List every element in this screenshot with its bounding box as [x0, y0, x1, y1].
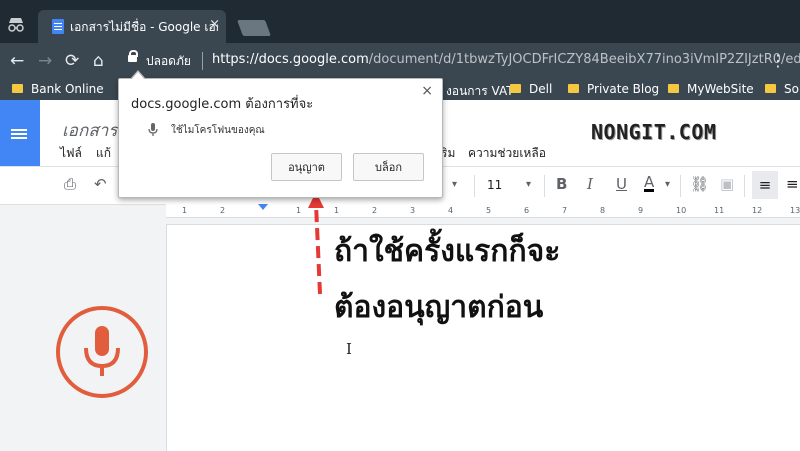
block-button[interactable]: บล็อก [353, 153, 424, 181]
new-tab-button[interactable] [237, 20, 271, 36]
browser-toolbar: ← → ⟳ ⌂ ปลอดภัย https://docs.google.com/… [0, 43, 800, 79]
bookmark-item[interactable]: MyWebSite [668, 82, 754, 96]
popup-close-icon[interactable]: × [421, 83, 433, 99]
permission-text: ใช้ไมโครโฟนของคุณ [171, 125, 265, 136]
ruler-tick: 2 [220, 206, 226, 215]
bookmark-label: Dell [529, 82, 553, 96]
secure-label: ปลอดภัย [146, 54, 191, 68]
annotation-arrow-icon [308, 192, 324, 295]
bookmark-label: So [784, 82, 799, 96]
italic-icon[interactable]: I [587, 175, 593, 193]
align-left-icon[interactable]: ≡ [752, 171, 778, 199]
ruler-tick: 7 [562, 206, 568, 215]
ruler-tick: 1 [182, 206, 188, 215]
menu-addons[interactable]: ริม [441, 144, 455, 163]
home-icon[interactable]: ⌂ [93, 51, 104, 71]
document-text-line: ถ้าใช้ครั้งแรกก็จะ [334, 234, 561, 269]
reload-icon[interactable]: ⟳ [65, 51, 79, 71]
toolbar-separator [544, 175, 545, 197]
bookmark-item[interactable]: So [765, 82, 799, 96]
toolbar-separator [680, 175, 681, 197]
incognito-icon [8, 18, 24, 32]
toolbar-separator [474, 175, 475, 197]
url-text: https://docs.google.com/document/d/1tbwz… [212, 52, 800, 67]
mic-permission-popup: docs.google.com ต้องการที่จะ × ใช้ไมโครโ… [118, 70, 443, 198]
bookmark-label: MyWebSite [687, 82, 754, 96]
ruler-tick: 12 [752, 206, 763, 215]
ruler-tick: 9 [638, 206, 644, 215]
folder-icon [765, 84, 776, 93]
ruler-tick: 10 [676, 206, 687, 215]
ruler-tick: 6 [524, 206, 530, 215]
url-host: https://docs.google.com [212, 52, 369, 67]
link-icon[interactable]: ⛓ [690, 175, 709, 193]
bookmark-item[interactable]: งอนการ VAT [446, 82, 514, 101]
menu-file[interactable]: ไฟล์ [60, 144, 82, 163]
bold-icon[interactable]: B [556, 175, 567, 193]
tab-docs[interactable]: เอกสารไม่มีชื่อ - Google เอก × [38, 10, 226, 43]
folder-icon [510, 84, 521, 93]
docs-home-icon[interactable] [0, 100, 40, 166]
docs-favicon-icon [52, 19, 64, 34]
folder-icon [568, 84, 579, 93]
watermark: NONGIT.COM [591, 120, 717, 144]
indent-marker-icon[interactable] [258, 204, 268, 210]
ruler-tick: 5 [486, 206, 492, 215]
allow-button[interactable]: อนุญาต [271, 153, 342, 181]
bookmark-item[interactable]: Bank Online [12, 82, 104, 96]
font-dropdown-icon[interactable]: ▾ [452, 179, 457, 190]
font-size-value[interactable]: 11 [487, 178, 502, 192]
lock-icon [128, 50, 138, 62]
text-color-icon[interactable]: A [644, 175, 655, 192]
ruler-tick: 4 [448, 206, 454, 215]
ruler-tick: 11 [714, 206, 725, 215]
print-icon[interactable]: ⎙ [64, 175, 76, 193]
menu-help[interactable]: ความช่วยเหลือ [468, 144, 546, 163]
document-text-line: ต้องอนุญาตก่อน [334, 290, 544, 325]
microphone-badge-icon [56, 306, 148, 398]
folder-icon [12, 84, 23, 93]
toolbar-separator [744, 175, 745, 197]
undo-icon[interactable]: ↶ [94, 175, 107, 193]
bookmark-item[interactable]: Private Blog [568, 82, 659, 96]
align-center-icon[interactable]: ≡ [786, 175, 799, 193]
bookmark-label: Bank Online [31, 82, 104, 96]
comment-icon[interactable]: ▣ [720, 175, 734, 193]
forward-arrow-icon[interactable]: → [38, 51, 52, 71]
omnibox-separator [202, 52, 203, 70]
folder-icon [668, 84, 679, 93]
ruler-tick: 3 [410, 206, 416, 215]
ruler-tick: 2 [372, 206, 378, 215]
text-cursor-icon: I [346, 340, 352, 358]
document-title[interactable]: เอกสาร [62, 117, 117, 144]
bookmark-label: Private Blog [587, 82, 660, 96]
url-path: /document/d/1tbwzTyJOCDFrICZY84BeeibX77i… [368, 52, 800, 67]
tab-title: เอกสารไม่มีชื่อ - Google เอก [70, 20, 218, 34]
browser-menu-icon[interactable]: ⋮ [770, 51, 786, 70]
text-color-dropdown-icon[interactable]: ▾ [665, 179, 670, 190]
bookmark-label: งอนการ VAT [446, 84, 514, 98]
back-arrow-icon[interactable]: ← [10, 51, 24, 71]
bookmark-item[interactable]: Dell [510, 82, 552, 96]
tab-close-icon[interactable]: × [209, 17, 220, 32]
ruler-tick: 8 [600, 206, 606, 215]
popup-title: docs.google.com ต้องการที่จะ [131, 97, 314, 112]
font-size-dropdown-icon[interactable]: ▾ [526, 179, 531, 190]
address-bar[interactable]: ปลอดภัย https://docs.google.com/document… [120, 48, 800, 74]
ruler: 1 2 1 1 2 3 4 5 6 7 8 9 10 11 12 13 [166, 203, 800, 218]
underline-icon[interactable]: U [616, 175, 627, 193]
browser-tab-strip: เอกสารไม่มีชื่อ - Google เอก × [0, 0, 800, 43]
menu-edit[interactable]: แก้ [96, 144, 111, 163]
ruler-tick: 13 [790, 206, 800, 215]
microphone-icon [148, 123, 158, 136]
